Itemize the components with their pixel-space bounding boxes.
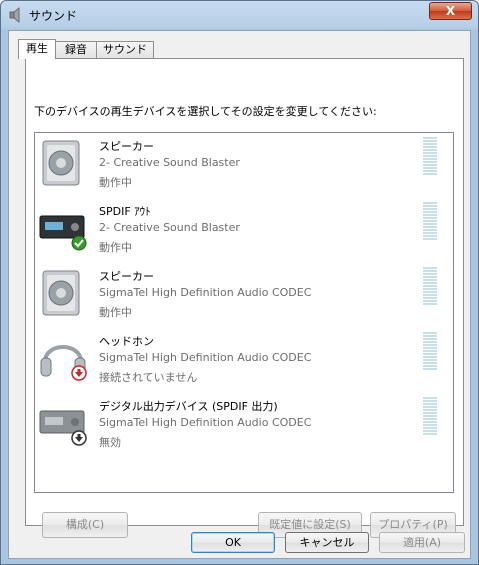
check-badge-icon [71,235,87,251]
list-item[interactable]: スピーカー SigmaTel High Definition Audio COD… [35,263,453,327]
disabled-icon [71,430,87,446]
device-description: SigmaTel High Definition Audio CODEC [99,416,312,429]
tab-sounds[interactable]: サウンド [96,41,154,58]
device-name: スピーカー [99,140,154,153]
sound-dialog-window: サウンド X 再生 録音 サウンド 下のデバイスの再生デバイスを選択してその設定… [0,0,479,565]
device-name: ヘッドホン [99,335,154,348]
device-list[interactable]: スピーカー 2- Creative Sound Blaster 動作中 SPDI… [34,132,454,493]
list-item[interactable]: SPDIF ｱｳﾄ 2- Creative Sound Blaster 動作中 [35,198,453,262]
device-status: 無効 [99,436,121,449]
device-description: 2- Creative Sound Blaster [99,221,240,234]
unplugged-icon [71,365,87,381]
speaker-icon [42,270,80,316]
cancel-button[interactable]: キャンセル [285,532,369,553]
device-status: 動作中 [99,176,132,189]
device-description: SigmaTel High Definition Audio CODEC [99,351,312,364]
volume-meter [423,332,437,372]
apply-button[interactable]: 適用(A) [379,532,465,553]
device-status: 接続されていません [99,371,198,384]
tab-recording[interactable]: 録音 [55,41,97,58]
device-status: 動作中 [99,306,132,319]
device-description: 2- Creative Sound Blaster [99,156,240,169]
instruction-text: 下のデバイスの再生デバイスを選択してその設定を変更してください: [34,105,377,118]
dialog-client-area: 再生 録音 サウンド 下のデバイスの再生デバイスを選択してその設定を変更してくだ… [8,30,471,559]
title-bar[interactable]: サウンド X [1,1,478,29]
tab-panel: 下のデバイスの再生デバイスを選択してその設定を変更してください: スピーカー 2… [25,58,464,538]
device-name: SPDIF ｱｳﾄ [99,205,151,218]
volume-meter [423,202,437,242]
tab-playback[interactable]: 再生 [18,39,56,59]
ok-button[interactable]: OK [191,532,275,553]
list-item[interactable]: スピーカー 2- Creative Sound Blaster 動作中 [35,133,453,197]
speaker-icon [9,7,20,23]
device-name: デジタル出力デバイス (SPDIF 出力) [99,400,278,413]
volume-meter [423,267,437,307]
device-name: スピーカー [99,270,154,283]
device-description: SigmaTel High Definition Audio CODEC [99,286,312,299]
volume-meter [423,137,437,177]
close-button[interactable]: X [429,2,472,20]
volume-meter [423,397,437,437]
window-title: サウンド [29,9,78,23]
list-item[interactable]: デジタル出力デバイス (SPDIF 出力) SigmaTel High Defi… [35,393,453,457]
device-status: 動作中 [99,241,132,254]
configure-button[interactable]: 構成(C) [42,512,128,538]
list-item[interactable]: ヘッドホン SigmaTel High Definition Audio COD… [35,328,453,392]
speaker-icon [42,140,80,186]
